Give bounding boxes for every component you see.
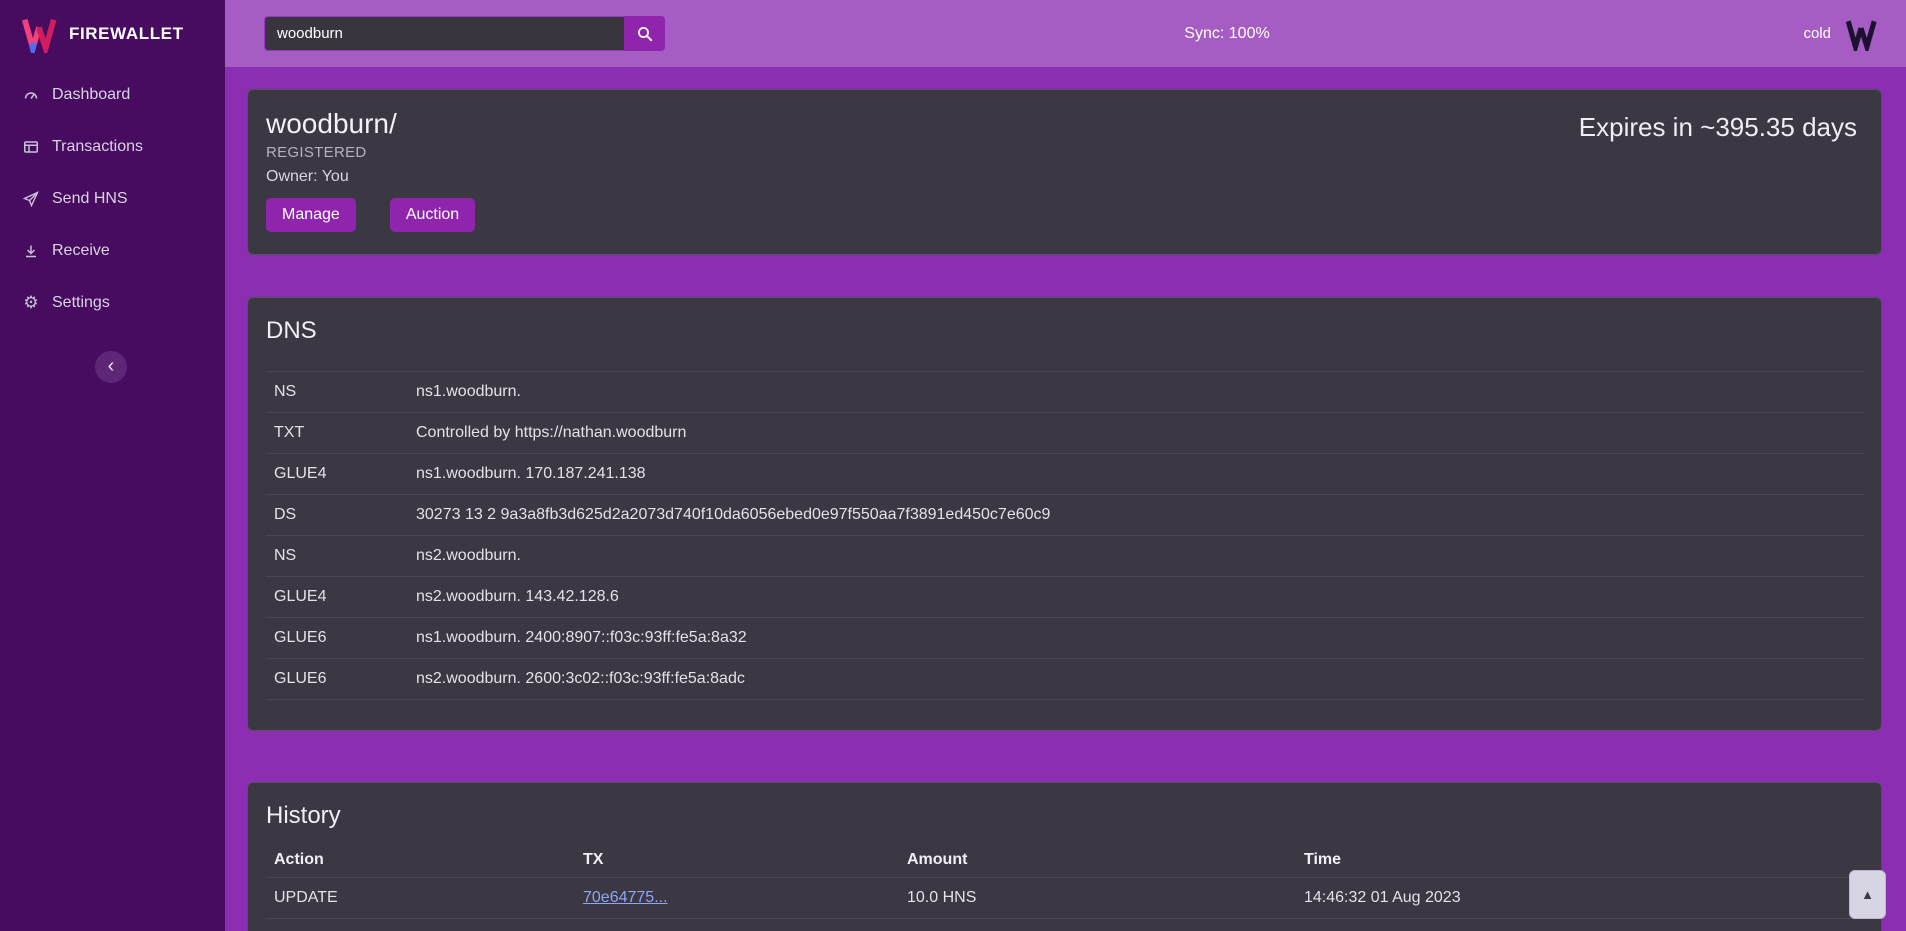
domain-info: woodburn/ REGISTERED Owner: You Manage A… <box>266 108 475 232</box>
chevron-left-icon: ‹ <box>108 356 115 379</box>
sidebar-nav: Dashboard Transactions Send HNS <box>0 69 225 329</box>
up-arrow-icon: ▲ <box>1861 888 1874 901</box>
sidebar-item-send-hns[interactable]: Send HNS <box>0 173 225 225</box>
dns-record-value: ns1.woodburn. <box>408 372 1863 413</box>
dns-record-row: GLUE6 ns1.woodburn. 2400:8907::f03c:93ff… <box>266 618 1863 659</box>
dns-record-row: GLUE4 ns1.woodburn. 170.187.241.138 <box>266 454 1863 495</box>
sidebar-item-label: Transactions <box>52 138 143 156</box>
history-action: UPDATE <box>266 878 575 919</box>
tx-link[interactable]: 70e64775... <box>583 889 668 906</box>
dns-record-type: GLUE6 <box>266 618 408 659</box>
dns-record-type: GLUE4 <box>266 454 408 495</box>
dns-record-value: ns2.woodburn. 143.42.128.6 <box>408 577 1863 618</box>
history-action: RENEW <box>266 919 575 931</box>
dns-record-type: TXT <box>266 413 408 454</box>
sidebar-item-receive[interactable]: Receive <box>0 225 225 277</box>
main-content: woodburn/ REGISTERED Owner: You Manage A… <box>225 67 1906 931</box>
dns-record-value: ns1.woodburn. 170.187.241.138 <box>408 454 1863 495</box>
scroll-top-button[interactable]: ▲ <box>1849 870 1886 919</box>
dns-record-type: GLUE6 <box>266 659 408 700</box>
topbar: Sync: 100% cold <box>225 0 1906 67</box>
search-group <box>264 16 665 51</box>
wallet-name: cold <box>1803 25 1831 42</box>
dns-table-body: NS ns1.woodburn. TXT Controlled by https… <box>266 372 1863 700</box>
dns-record-row: DS 30273 13 2 9a3a8fb3d625d2a2073d740f10… <box>266 495 1863 536</box>
search-button[interactable] <box>624 16 665 51</box>
transactions-icon <box>21 138 41 156</box>
dashboard-icon <box>21 86 41 104</box>
history-tx-cell: a79c58... <box>575 919 899 931</box>
history-tx-cell: 70e64775... <box>575 878 899 919</box>
sidebar-item-label: Dashboard <box>52 86 130 104</box>
history-time: 15:15:36 07 Jul 2023 <box>1296 919 1863 931</box>
dns-record-row: NS ns1.woodburn. <box>266 372 1863 413</box>
dns-record-type: DS <box>266 495 408 536</box>
dns-record-value: ns2.woodburn. <box>408 536 1863 577</box>
dns-record-value: 30273 13 2 9a3a8fb3d625d2a2073d740f10da6… <box>408 495 1863 536</box>
dns-record-value: ns1.woodburn. 2400:8907::f03c:93ff:fe5a:… <box>408 618 1863 659</box>
brand[interactable]: FIREWALLET <box>0 0 225 67</box>
history-card: History Action TX Amount Time UPDATE 70e… <box>247 782 1882 931</box>
history-table: Action TX Amount Time UPDATE 70e64775...… <box>266 843 1863 931</box>
send-icon <box>21 190 41 208</box>
manage-button[interactable]: Manage <box>266 198 356 232</box>
auction-button[interactable]: Auction <box>390 198 475 232</box>
wallet-indicator[interactable]: cold <box>1803 0 1879 67</box>
sidebar-item-label: Receive <box>52 242 110 260</box>
domain-name: woodburn/ <box>266 108 475 139</box>
history-title: History <box>266 801 1863 830</box>
dns-table: NS ns1.woodburn. TXT Controlled by https… <box>266 371 1863 700</box>
dns-record-type: NS <box>266 372 408 413</box>
search-input[interactable] <box>264 16 624 51</box>
firewallet-logo-dark-icon <box>1843 17 1879 51</box>
history-header-time: Time <box>1296 843 1863 878</box>
dns-record-type: GLUE4 <box>266 577 408 618</box>
receive-icon <box>21 242 41 260</box>
history-row: RENEW a79c58... 10.0 HNS 15:15:36 07 Jul… <box>266 919 1863 931</box>
history-header-action: Action <box>266 843 575 878</box>
history-header-row: Action TX Amount Time <box>266 843 1863 878</box>
dns-record-type: NS <box>266 536 408 577</box>
domain-status: REGISTERED <box>266 144 475 162</box>
dns-record-row: NS ns2.woodburn. <box>266 536 1863 577</box>
sidebar-item-label: Send HNS <box>52 190 128 208</box>
search-icon <box>637 26 653 42</box>
dns-record-value: ns2.woodburn. 2600:3c02::f03c:93ff:fe5a:… <box>408 659 1863 700</box>
sidebar-item-label: Settings <box>52 294 110 312</box>
dns-record-row: TXT Controlled by https://nathan.woodbur… <box>266 413 1863 454</box>
sidebar: FIREWALLET Dashboard Transactions <box>0 0 225 931</box>
domain-owner: Owner: You <box>266 167 475 186</box>
sync-status: Sync: 100% <box>1184 0 1269 67</box>
dns-record-row: GLUE6 ns2.woodburn. 2600:3c02::f03c:93ff… <box>266 659 1863 700</box>
dns-card: DNS NS ns1.woodburn. TXT Controlled by h… <box>247 297 1882 731</box>
dns-record-value: Controlled by https://nathan.woodburn <box>408 413 1863 454</box>
dns-title: DNS <box>266 316 1863 345</box>
history-amount: 10.0 HNS <box>899 919 1296 931</box>
history-header-amount: Amount <box>899 843 1296 878</box>
sidebar-item-transactions[interactable]: Transactions <box>0 121 225 173</box>
expiry-text: Expires in ~395.35 days <box>1579 112 1857 143</box>
sidebar-collapse-button[interactable]: ‹ <box>95 351 127 383</box>
domain-card: woodburn/ REGISTERED Owner: You Manage A… <box>247 89 1882 255</box>
brand-name: FIREWALLET <box>69 24 184 44</box>
history-row: UPDATE 70e64775... 10.0 HNS 14:46:32 01 … <box>266 878 1863 919</box>
history-time: 14:46:32 01 Aug 2023 <box>1296 878 1863 919</box>
history-header-tx: TX <box>575 843 899 878</box>
dns-record-row: GLUE4 ns2.woodburn. 143.42.128.6 <box>266 577 1863 618</box>
history-table-body: UPDATE 70e64775... 10.0 HNS 14:46:32 01 … <box>266 878 1863 931</box>
settings-icon: ⚙ <box>21 294 41 312</box>
sidebar-item-dashboard[interactable]: Dashboard <box>0 69 225 121</box>
history-amount: 10.0 HNS <box>899 878 1296 919</box>
sidebar-item-settings[interactable]: ⚙ Settings <box>0 277 225 329</box>
firewallet-logo-icon <box>20 15 58 53</box>
